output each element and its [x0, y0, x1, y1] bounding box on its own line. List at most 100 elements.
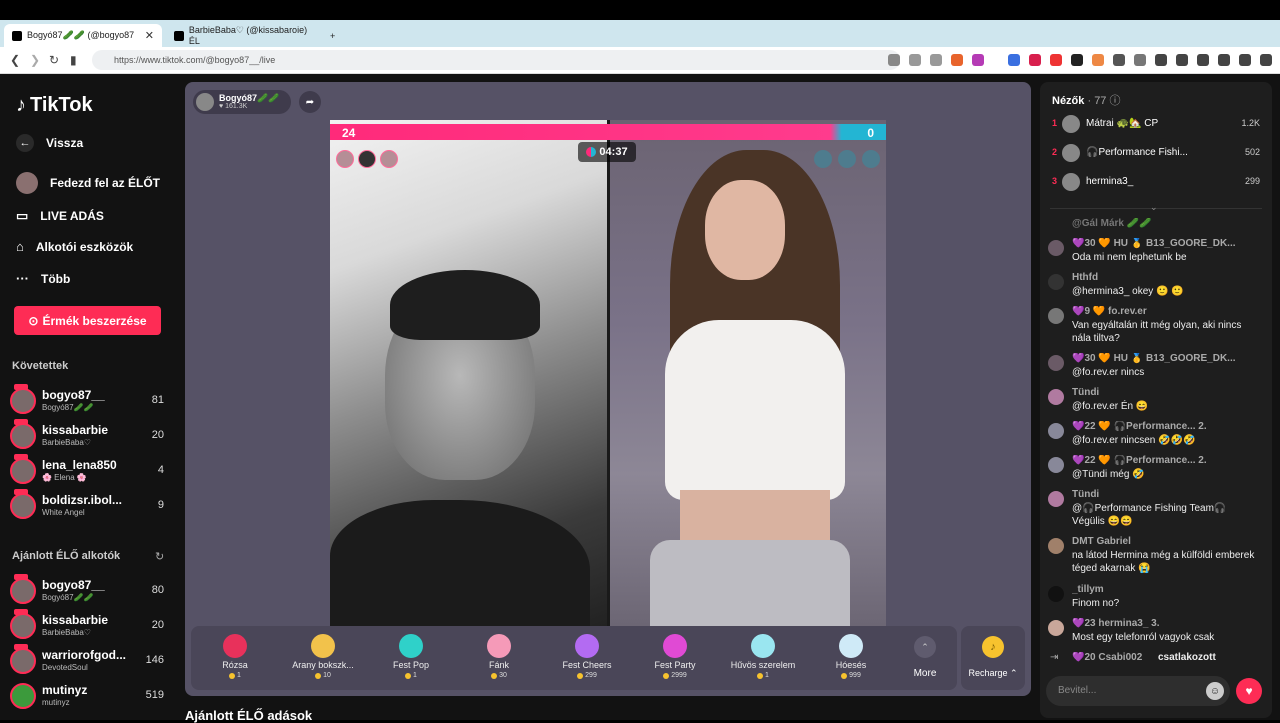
following-item[interactable]: kissabarbie BarbieBaba♡ 20: [10, 419, 168, 451]
top-viewer-row[interactable]: 1 Mátrai 🐢🏡 CP 1.2K: [1050, 114, 1264, 134]
chat-text: @🎧Performance Fishing Team🎧 Végülis 😄😄: [1072, 503, 1227, 527]
share-icon[interactable]: [930, 54, 942, 66]
viewers-header[interactable]: Nézők · 77 ⓘ: [1052, 92, 1121, 108]
extension-icon[interactable]: [1029, 54, 1041, 66]
gift-item[interactable]: Fánk 30: [459, 630, 539, 679]
top-viewer-row[interactable]: 3 hermina3_ 299: [1050, 172, 1264, 192]
brave-shield-icon[interactable]: [951, 54, 963, 66]
forward-icon[interactable]: ❯: [30, 53, 40, 67]
viewer-count: 81: [151, 394, 164, 406]
live-video-player[interactable]: 24 0 04:37: [330, 120, 886, 626]
extension-icon[interactable]: [1113, 54, 1125, 66]
gift-item[interactable]: Fest Party 2999: [635, 630, 715, 679]
chat-user: DMT Gabriel: [1072, 536, 1131, 547]
share-icon[interactable]: ➦: [299, 91, 321, 113]
bookmark-icon[interactable]: ▮: [70, 53, 77, 67]
user-name: lena_lena850: [42, 458, 117, 472]
extension-icon[interactable]: [1050, 54, 1062, 66]
get-coins-button[interactable]: ⊙ Érmék beszerzése: [14, 306, 161, 335]
snowflake-gift-icon: [839, 634, 863, 658]
user-subtitle: Bogyó87🥒🥒: [42, 403, 94, 412]
more-gifts-button[interactable]: ⌃ More: [905, 634, 945, 679]
like-heart-icon[interactable]: ♥: [1236, 678, 1262, 704]
wallet-icon[interactable]: [1197, 54, 1209, 66]
gift-price: 2999: [671, 672, 687, 679]
close-tab-icon[interactable]: ✕: [145, 29, 154, 42]
gifter-avatar[interactable]: [358, 150, 376, 168]
vpn-icon[interactable]: [1239, 54, 1251, 66]
recommended-item[interactable]: warriorofgod... DevotedSoul 146: [10, 644, 168, 676]
nav-creator-tools[interactable]: ⌂ Alkotói eszközök: [16, 239, 133, 254]
recommended-item[interactable]: kissabarbie BarbieBaba♡ 20: [10, 609, 168, 641]
chat-input[interactable]: Bevitel...: [1046, 676, 1230, 706]
music-icon[interactable]: [1155, 54, 1167, 66]
avatar: [1062, 173, 1080, 191]
following-item[interactable]: lena_lena850 🌸 Elena 🌸 4: [10, 454, 168, 486]
nav-label: LIVE ADÁS: [40, 209, 104, 223]
reload-icon[interactable]: ↻: [49, 53, 59, 67]
recharge-button[interactable]: ♪ Recharge ⌃: [961, 626, 1025, 690]
rose-gift-icon: [223, 634, 247, 658]
menu-icon[interactable]: [1260, 54, 1272, 66]
gift-item[interactable]: Rózsa 1: [195, 630, 275, 679]
avatar-icon: [16, 172, 38, 194]
host-info-chip[interactable]: Bogyó87🥒🥒 ♥ 161.3K: [193, 90, 291, 114]
get-coins-label: Érmék beszerzése: [42, 313, 147, 328]
host-likes: ♥ 161.3K: [219, 103, 248, 110]
score-right: 0: [867, 126, 874, 140]
video-camera-icon: ▭: [16, 208, 29, 223]
chat-input-placeholder: Bevitel...: [1058, 685, 1097, 696]
url-field[interactable]: https://www.tiktok.com/@bogyo87__/live: [92, 50, 900, 70]
tiktok-logo[interactable]: ♪ TikTok: [16, 94, 93, 117]
nav-explore-live[interactable]: Fedezd fel az ÉLŐT: [16, 172, 160, 194]
tiktok-coin-icon: ♪: [982, 636, 1004, 658]
extension-icon[interactable]: [1092, 54, 1104, 66]
extension-icon[interactable]: [1071, 54, 1083, 66]
extension-icon[interactable]: [1008, 54, 1020, 66]
gift-item[interactable]: Fest Cheers 299: [547, 630, 627, 679]
zoom-icon[interactable]: [909, 54, 921, 66]
info-icon[interactable]: ⓘ: [1110, 95, 1121, 107]
gifter-avatar[interactable]: [380, 150, 398, 168]
gifter-avatar[interactable]: [336, 150, 354, 168]
ai-icon[interactable]: [1218, 54, 1230, 66]
nav-back[interactable]: ← Vissza: [16, 134, 83, 152]
back-icon[interactable]: ❮: [10, 53, 20, 67]
collapse-chevron-icon[interactable]: ⌄: [1150, 202, 1158, 213]
nav-more[interactable]: ··· Több: [16, 271, 70, 286]
recommended-item[interactable]: mutinyz mutinyz 519: [10, 681, 168, 711]
top-viewer-row[interactable]: 2 🎧Performance Fishi... 502: [1050, 143, 1264, 163]
gift-item[interactable]: Arany bokszk... 10: [283, 630, 363, 679]
chat-text: Van egyáltalán itt még olyan, aki nincs …: [1072, 320, 1242, 344]
join-icon: ⇥: [1050, 652, 1059, 663]
following-item[interactable]: bogyo87__ Bogyó87🥒🥒 81: [10, 384, 168, 416]
avatar: [10, 578, 36, 604]
recommended-item[interactable]: bogyo87__ Bogyó87🥒🥒 80: [10, 574, 168, 606]
refresh-icon[interactable]: ↻: [155, 550, 164, 563]
gift-item[interactable]: Fest Pop 1: [371, 630, 451, 679]
ice-heart-gift-icon: [751, 634, 775, 658]
extension-icon[interactable]: [1134, 54, 1146, 66]
gift-item[interactable]: Hűvös szerelem 1: [723, 630, 803, 679]
browser-tab-active[interactable]: Bogyó87🥒🥒 (@bogyo87 ✕: [4, 24, 162, 47]
avatar: [1048, 586, 1064, 602]
browser-tab[interactable]: BarbieBaba♡ (@kissabaroie) ÉL: [166, 24, 326, 47]
user-subtitle: BarbieBaba♡: [42, 438, 91, 447]
extension-icons: [1008, 54, 1272, 66]
avatar: [1048, 240, 1064, 256]
user-subtitle: 🌸 Elena 🌸: [42, 473, 87, 482]
new-tab-button[interactable]: +: [330, 24, 350, 47]
avatar: [1048, 538, 1064, 554]
translate-icon[interactable]: [888, 54, 900, 66]
rewards-icon[interactable]: [972, 54, 984, 66]
emoji-icon[interactable]: ☺: [1206, 682, 1224, 700]
viewer-count: 20: [151, 619, 164, 631]
following-item[interactable]: boldizsr.ibol... White Angel 9: [10, 489, 168, 521]
nav-live-broadcast[interactable]: ▭ LIVE ADÁS: [16, 208, 104, 224]
avatar: [10, 458, 36, 484]
gift-item[interactable]: Hóesés 999: [811, 630, 891, 679]
more-dots-icon: ···: [16, 271, 29, 286]
following-title: Követettek: [12, 360, 69, 372]
tiktok-favicon-icon: [174, 30, 184, 41]
sidebar-icon[interactable]: [1176, 54, 1188, 66]
